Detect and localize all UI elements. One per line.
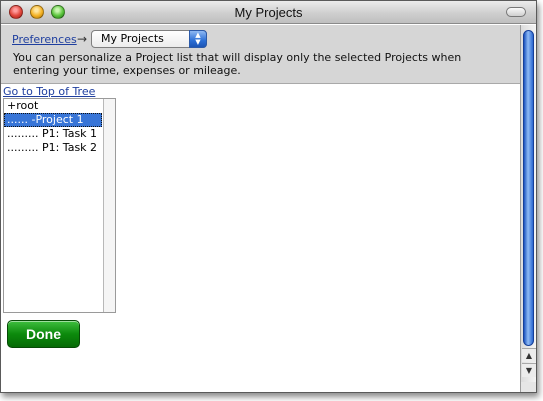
go-to-top-of-tree-link[interactable]: Go to Top of Tree: [3, 85, 95, 98]
toolbar-toggle-button[interactable]: [506, 7, 526, 17]
resize-handle[interactable]: [520, 382, 536, 392]
tree-scrollbar[interactable]: [103, 99, 115, 312]
description-text: You can personalize a Project list that …: [13, 51, 462, 77]
preferences-page-select[interactable]: My Projects ▲ ▼: [91, 30, 207, 48]
title-bar[interactable]: My Projects: [1, 1, 536, 24]
preferences-link[interactable]: Preferences: [12, 33, 77, 46]
tree-item[interactable]: ...... -Project 1: [4, 113, 102, 127]
window-title: My Projects: [234, 5, 303, 20]
select-arrows-icon[interactable]: ▲ ▼: [189, 30, 207, 48]
project-tree-list[interactable]: +root...... -Project 1......... P1: Task…: [3, 98, 116, 313]
tree-item[interactable]: +root: [4, 99, 102, 113]
preferences-header: Preferences → My Projects ▲ ▼ You can per…: [1, 25, 520, 84]
app-window: My Projects Preferences → My Projects ▲ ▼…: [0, 0, 537, 393]
scrollbar-thumb[interactable]: [523, 30, 534, 346]
breadcrumb-arrow-icon: →: [77, 32, 88, 46]
tree-items: +root...... -Project 1......... P1: Task…: [4, 99, 102, 155]
tree-item[interactable]: ......... P1: Task 2: [4, 141, 102, 155]
tree-item[interactable]: ......... P1: Task 1: [4, 127, 102, 141]
scroll-down-arrow-icon[interactable]: ▼: [522, 363, 536, 377]
window-scrollbar[interactable]: ▲ ▼: [520, 25, 536, 382]
scroll-up-arrow-icon[interactable]: ▲: [522, 348, 536, 362]
done-button[interactable]: Done: [7, 320, 80, 348]
select-value: My Projects: [101, 32, 164, 45]
